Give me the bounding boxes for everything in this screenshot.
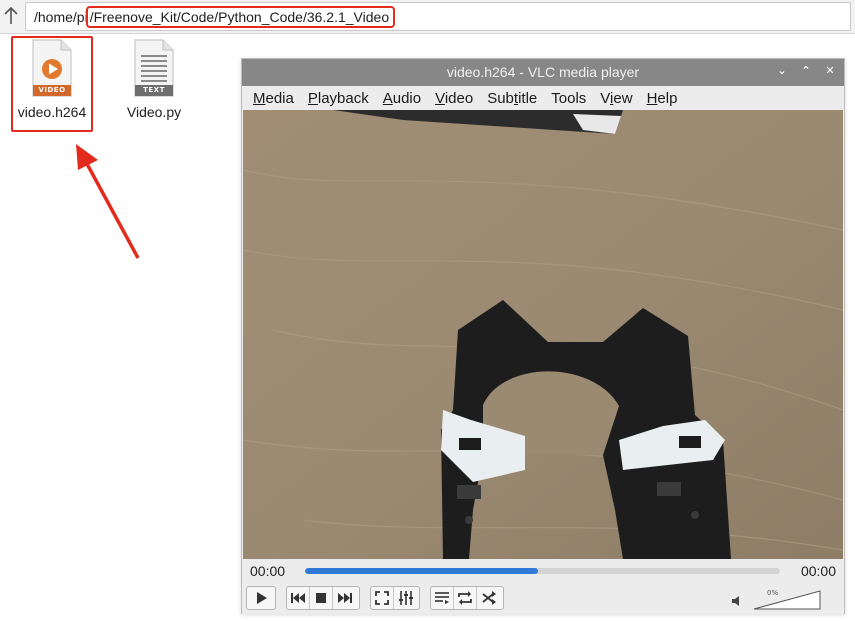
shuffle-button[interactable] (477, 587, 500, 609)
path-prefix: /home/pi (34, 9, 88, 25)
seek-bar[interactable] (305, 568, 780, 574)
volume-slider[interactable] (752, 589, 822, 611)
total-time: 00:00 (800, 563, 836, 579)
close-icon[interactable]: ✕ (824, 64, 836, 78)
next-button[interactable] (333, 587, 356, 609)
vlc-menu-bar: Media Playback Audio Video Subtitle Tools View… (242, 86, 844, 110)
vlc-window: video.h264 - VLC media player ⌄ ⌃ ✕ Medi… (241, 58, 845, 614)
seek-bar-fill (305, 568, 538, 574)
view-controls (370, 586, 420, 610)
text-file-icon: TEXT (133, 38, 175, 98)
menu-item-audio[interactable]: Audio (383, 90, 421, 107)
elapsed-time: 00:00 (250, 563, 286, 579)
maximize-icon[interactable]: ⌃ (800, 64, 812, 78)
desktop-file-manager: /home/pi/Freenove_Kit/Code/Python_Code/3… (0, 0, 855, 621)
minimize-icon[interactable]: ⌄ (776, 64, 788, 78)
playlist-controls (430, 586, 504, 610)
up-directory-button[interactable] (0, 3, 22, 29)
file-label: video.h264 (17, 104, 87, 120)
transport-controls (286, 586, 360, 610)
loop-button[interactable] (454, 587, 477, 609)
file-badge: VIDEO (38, 86, 66, 94)
video-frame[interactable] (243, 110, 843, 559)
menu-item-view[interactable]: View (600, 90, 632, 107)
playlist-button[interactable] (431, 587, 454, 609)
red-arrow-annotation (76, 144, 140, 259)
play-button[interactable] (246, 586, 276, 610)
menu-item-tools[interactable]: Tools (551, 90, 586, 107)
path-bar: /home/pi/Freenove_Kit/Code/Python_Code/3… (0, 0, 855, 34)
stop-button[interactable] (310, 587, 333, 609)
shuffle-icon (481, 591, 496, 605)
previous-button[interactable] (287, 587, 310, 609)
fullscreen-button[interactable] (371, 587, 394, 609)
menu-item-help[interactable]: Help (647, 90, 678, 107)
video-file-icon: VIDEO (31, 38, 73, 98)
stop-icon (316, 593, 326, 603)
fullscreen-icon (375, 591, 389, 605)
file-badge: TEXT (143, 86, 165, 94)
path-input[interactable]: /home/pi/Freenove_Kit/Code/Python_Code/3… (25, 2, 851, 31)
menu-item-subtitle[interactable]: Subtitle (487, 90, 537, 107)
video-content-image (243, 110, 843, 559)
window-title: video.h264 - VLC media player (446, 64, 640, 80)
menu-item-media[interactable]: Media (253, 90, 294, 107)
play-icon (257, 592, 267, 604)
file-video-h264[interactable]: VIDEO video.h264 (12, 38, 92, 120)
file-label: Video.py (126, 104, 182, 120)
arrow-up-icon (4, 6, 18, 24)
skip-forward-icon (337, 593, 352, 603)
vlc-controls: 00:00 00:00 0% (242, 559, 844, 614)
menu-item-playback[interactable]: Playback (308, 90, 369, 107)
path-text: /home/pi/Freenove_Kit/Code/Python_Code/3… (34, 6, 396, 28)
equalizer-icon (398, 591, 413, 605)
extended-settings-button[interactable] (394, 587, 417, 609)
loop-icon (458, 591, 472, 605)
speaker-icon[interactable] (732, 596, 742, 606)
file-video-py[interactable]: TEXT Video.py (114, 38, 194, 120)
playlist-icon (435, 592, 449, 604)
skip-back-icon (291, 593, 305, 603)
menu-item-video[interactable]: Video (435, 90, 473, 107)
vlc-title-bar[interactable]: video.h264 - VLC media player ⌄ ⌃ ✕ (242, 59, 844, 86)
path-highlighted-segment: /Freenove_Kit/Code/Python_Code/36.2.1_Vi… (85, 6, 396, 28)
